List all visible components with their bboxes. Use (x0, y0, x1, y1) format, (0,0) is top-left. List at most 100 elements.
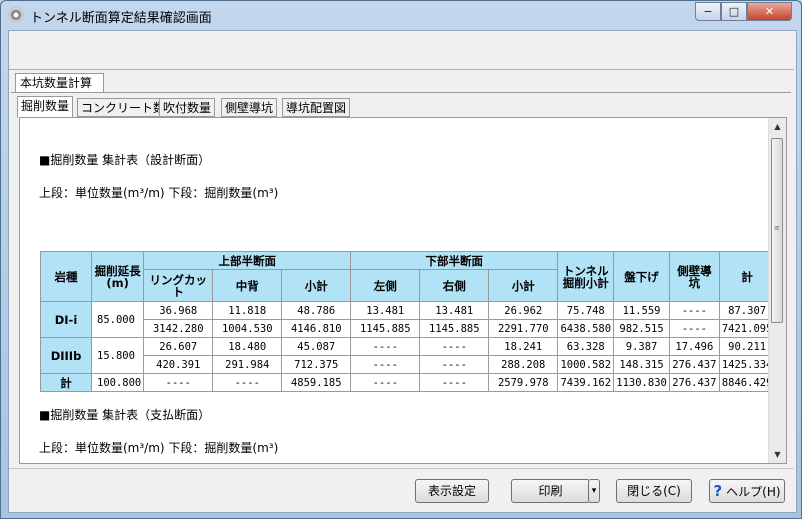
tab-side-drift[interactable]: 側壁導坑 (221, 98, 278, 117)
main-window: トンネル断面算定結果確認画面 − □ ✕ 本坑数量計算 掘削数量 コンクリート数… (0, 0, 802, 519)
table-row: DIIIb 15.800 26.607 18.480 45.087 ---- -… (40, 337, 776, 374)
table-cell: 8846.429 (718, 373, 776, 392)
scroll-down-arrow-icon[interactable]: ▼ (769, 446, 786, 463)
table-cell: ---- (668, 319, 720, 338)
table-row: 420.391 291.984 712.375 ---- ---- 288.20… (41, 355, 776, 374)
table-cell: 18.480 (212, 337, 283, 356)
table-cell: ---- (419, 337, 490, 356)
table-cell: 26.962 (488, 301, 559, 320)
table-cell: 17.496 (668, 337, 720, 356)
scroll-up-arrow-icon[interactable]: ▲ (769, 118, 786, 135)
unit-note-payment: 上段：単位数量(m³/m) 下段：掘削数量(m³) (39, 441, 279, 455)
table-cell: 2291.770 (488, 319, 559, 338)
table-cell: 276.437 (668, 373, 720, 392)
table-cell: 1145.885 (419, 319, 490, 338)
help-icon: ? (713, 482, 723, 500)
table-cell: 2579.978 (488, 373, 559, 392)
header-subtotal-upper: 小計 (281, 269, 352, 302)
total-length-cell: 100.800 (90, 373, 145, 392)
table-cell: 26.607 (143, 337, 214, 356)
header-ring-cut: リングカット (143, 269, 214, 302)
report-panel: ■掘削数量 集計表（設計断面） 上段：単位数量(m³/m) 下段：掘削数量(m³… (19, 117, 787, 464)
window-title: トンネル断面算定結果確認画面 (30, 11, 212, 26)
table-cell: 6438.580 (557, 319, 615, 338)
table-cell: 420.391 (143, 355, 214, 374)
table-cell: 712.375 (281, 355, 352, 374)
excavation-summary-table: 岩種 掘削延長(m) 上部半断面 下部半断面 トンネル掘削小計 盤下げ 側壁導坑… (40, 251, 776, 392)
table-cell: 90.211 (718, 337, 776, 356)
header-rock: 岩種 (40, 251, 92, 302)
table-cell: 276.437 (668, 355, 720, 374)
table-cell: 13.481 (419, 301, 490, 320)
tab-shotcrete-quantity[interactable]: 吹付数量 (159, 98, 216, 117)
table-cell: 1000.582 (557, 355, 615, 374)
table-row: DI-i 85.000 36.968 11.818 48.786 13.481 … (40, 301, 776, 338)
maximize-button[interactable]: □ (721, 2, 747, 21)
table-cell: 1130.830 (613, 373, 670, 392)
table-cell: 982.515 (613, 319, 670, 338)
tab-drift-layout[interactable]: 導坑配置図 (282, 98, 351, 117)
table-cell: 4859.185 (281, 373, 352, 392)
minimize-button[interactable]: − (695, 2, 721, 21)
header-total: 計 (718, 251, 776, 302)
tab-excavation-quantity[interactable]: 掘削数量 (17, 96, 74, 118)
section-heading-payment: ■掘削数量 集計表（支払断面） (39, 408, 211, 422)
header-upper-half: 上部半断面 (143, 251, 352, 270)
display-settings-button[interactable]: 表示設定 (415, 479, 489, 503)
table-cell: 63.328 (557, 337, 615, 356)
header-subtotal-lower: 小計 (488, 269, 559, 302)
table-cell: 11.818 (212, 301, 283, 320)
table-cell: 1425.334 (718, 355, 776, 374)
table-cell: 7421.095 (718, 319, 776, 338)
client-area: 本坑数量計算 掘削数量 コンクリート数量 吹付数量 側壁導坑 導坑配置図 ■掘削… (8, 30, 797, 513)
header-bench: 盤下げ (613, 251, 670, 302)
help-label: ヘルプ(H) (726, 485, 781, 499)
header-middle: 中背 (212, 269, 283, 302)
scroll-thumb[interactable]: ≡ (771, 138, 783, 323)
header-left-side: 左側 (350, 269, 421, 302)
table-row: 3142.280 1004.530 4146.810 1145.885 1145… (41, 319, 776, 338)
table-cell: 148.315 (613, 355, 670, 374)
total-label-cell: 計 (40, 373, 92, 392)
table-cell: ---- (350, 373, 421, 392)
grip-icon: ≡ (774, 224, 780, 232)
top-panel (9, 31, 794, 70)
help-button[interactable]: ? ヘルプ(H) (709, 479, 785, 503)
table-cell: ---- (350, 337, 421, 356)
app-icon (8, 7, 24, 23)
table-cell: 7439.162 (557, 373, 615, 392)
table-cell: 18.241 (488, 337, 559, 356)
title-bar: トンネル断面算定結果確認画面 − □ ✕ (1, 1, 801, 31)
print-button[interactable]: 印刷 (511, 479, 590, 503)
table-cell: 75.748 (557, 301, 615, 320)
table-cell: ---- (143, 373, 214, 392)
unit-note-design: 上段：単位数量(m³/m) 下段：掘削数量(m³) (39, 186, 279, 200)
header-length: 掘削延長(m) (90, 251, 145, 302)
table-cell: 9.387 (613, 337, 670, 356)
table-cell: ---- (212, 373, 283, 392)
vertical-scrollbar[interactable]: ▲ ≡ ▼ (768, 118, 786, 463)
table-cell: 1145.885 (350, 319, 421, 338)
table-cell: 1004.530 (212, 319, 283, 338)
length-cell: 85.000 (90, 301, 145, 338)
table-cell: 291.984 (212, 355, 283, 374)
tab-strip-divider (11, 92, 791, 93)
table-cell: ---- (350, 355, 421, 374)
table-cell: 4146.810 (281, 319, 352, 338)
table-cell: 48.786 (281, 301, 352, 320)
close-button[interactable]: 閉じる(C) (616, 479, 692, 503)
table-cell: ---- (419, 373, 490, 392)
print-dropdown-icon[interactable]: ▾ (588, 479, 600, 503)
rock-type-cell: DI-i (40, 301, 92, 338)
table-cell: 36.968 (143, 301, 214, 320)
rock-type-cell: DIIIb (40, 337, 92, 374)
table-cell: 87.307 (718, 301, 776, 320)
tab-main-shaft-quantity[interactable]: 本坑数量計算 (15, 73, 104, 92)
header-tunnel-subtotal: トンネル掘削小計 (557, 251, 615, 302)
table-total-row: 計 100.800 ---- ---- 4859.185 ---- ---- 2… (40, 373, 776, 392)
header-side-drift: 側壁導坑 (668, 251, 720, 302)
close-window-button[interactable]: ✕ (747, 2, 792, 21)
table-cell: 45.087 (281, 337, 352, 356)
section-heading-design: ■掘削数量 集計表（設計断面） (39, 153, 211, 167)
table-cell: ---- (668, 301, 720, 320)
